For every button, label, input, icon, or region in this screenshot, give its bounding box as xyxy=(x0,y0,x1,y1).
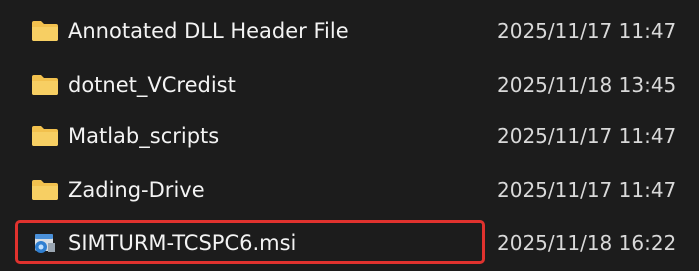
file-row-dotnet-vcredist[interactable]: dotnet_VCredist 2025/11/18 13:45 xyxy=(0,63,699,107)
file-row-annotated-dll-header-file[interactable]: Annotated DLL Header File 2025/11/17 11:… xyxy=(0,9,699,53)
file-name: dotnet_VCredist xyxy=(68,73,236,97)
folder-icon xyxy=(32,126,58,146)
file-name: Matlab_scripts xyxy=(68,124,220,148)
file-name: Annotated DLL Header File xyxy=(68,19,349,43)
msi-installer-icon xyxy=(35,234,55,253)
date-modified: 2025/11/17 11:47 xyxy=(497,178,677,202)
file-row-matlab-scripts[interactable]: Matlab_scripts 2025/11/17 11:47 xyxy=(0,114,699,158)
date-modified: 2025/11/18 16:22 xyxy=(497,231,677,255)
folder-icon xyxy=(32,180,58,200)
file-row-zading-drive[interactable]: Zading-Drive 2025/11/17 11:47 xyxy=(0,168,699,212)
folder-icon xyxy=(32,21,58,41)
folder-icon xyxy=(32,75,58,95)
date-modified: 2025/11/17 11:47 xyxy=(497,124,677,148)
file-name: SIMTURM-TCSPC6.msi xyxy=(68,231,297,255)
file-row-simturm-tcspc6-msi[interactable]: SIMTURM-TCSPC6.msi 2025/11/18 16:22 xyxy=(0,221,699,265)
file-name: Zading-Drive xyxy=(68,178,205,202)
file-list: Annotated DLL Header File 2025/11/17 11:… xyxy=(0,0,699,271)
date-modified: 2025/11/17 11:47 xyxy=(497,19,677,43)
date-modified: 2025/11/18 13:45 xyxy=(497,73,677,97)
